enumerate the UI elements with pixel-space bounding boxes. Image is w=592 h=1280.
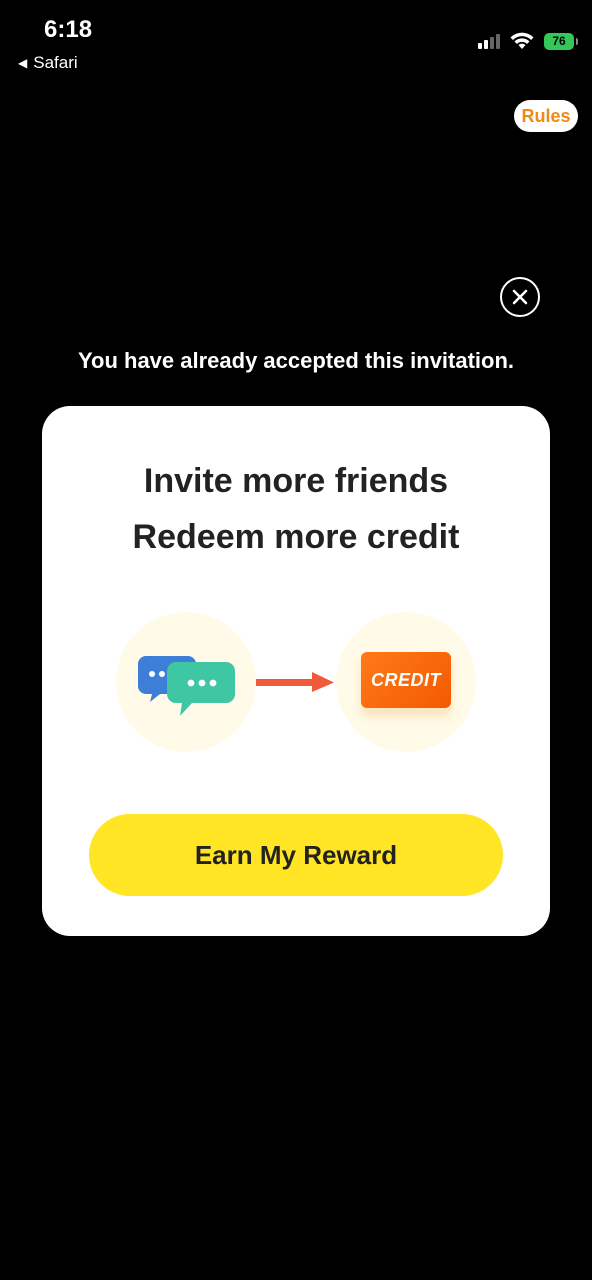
invitation-notice: You have already accepted this invitatio… [77, 348, 515, 373]
wifi-icon [510, 32, 534, 49]
card-title-line1: Invite more friends [143, 462, 449, 500]
card-title-line2: Redeem more credit [132, 518, 460, 556]
earn-reward-button[interactable]: Earn My Reward [89, 814, 503, 896]
chat-bubbles-icon [138, 656, 235, 716]
invite-card: Invite more friends Redeem more credit C… [42, 406, 550, 936]
screen: 6:18 ◀ Safari 76 Rules You have already … [0, 0, 592, 1280]
battery-icon: 76 [544, 32, 578, 50]
back-to-safari-link[interactable]: ◀ Safari [18, 53, 78, 73]
credit-label: CREDIT [371, 669, 441, 690]
status-time: 6:18 [44, 16, 93, 43]
back-app-label: Safari [33, 53, 78, 72]
close-button[interactable] [500, 277, 540, 317]
credit-card-icon: CREDIT [361, 652, 451, 708]
arrow-right-icon [256, 672, 334, 692]
status-indicators: 76 [478, 32, 578, 50]
rules-button[interactable]: Rules [514, 100, 578, 132]
battery-level: 76 [552, 34, 566, 48]
back-triangle-icon: ◀ [18, 56, 28, 70]
signal-icon [478, 33, 500, 49]
close-icon [512, 289, 528, 305]
